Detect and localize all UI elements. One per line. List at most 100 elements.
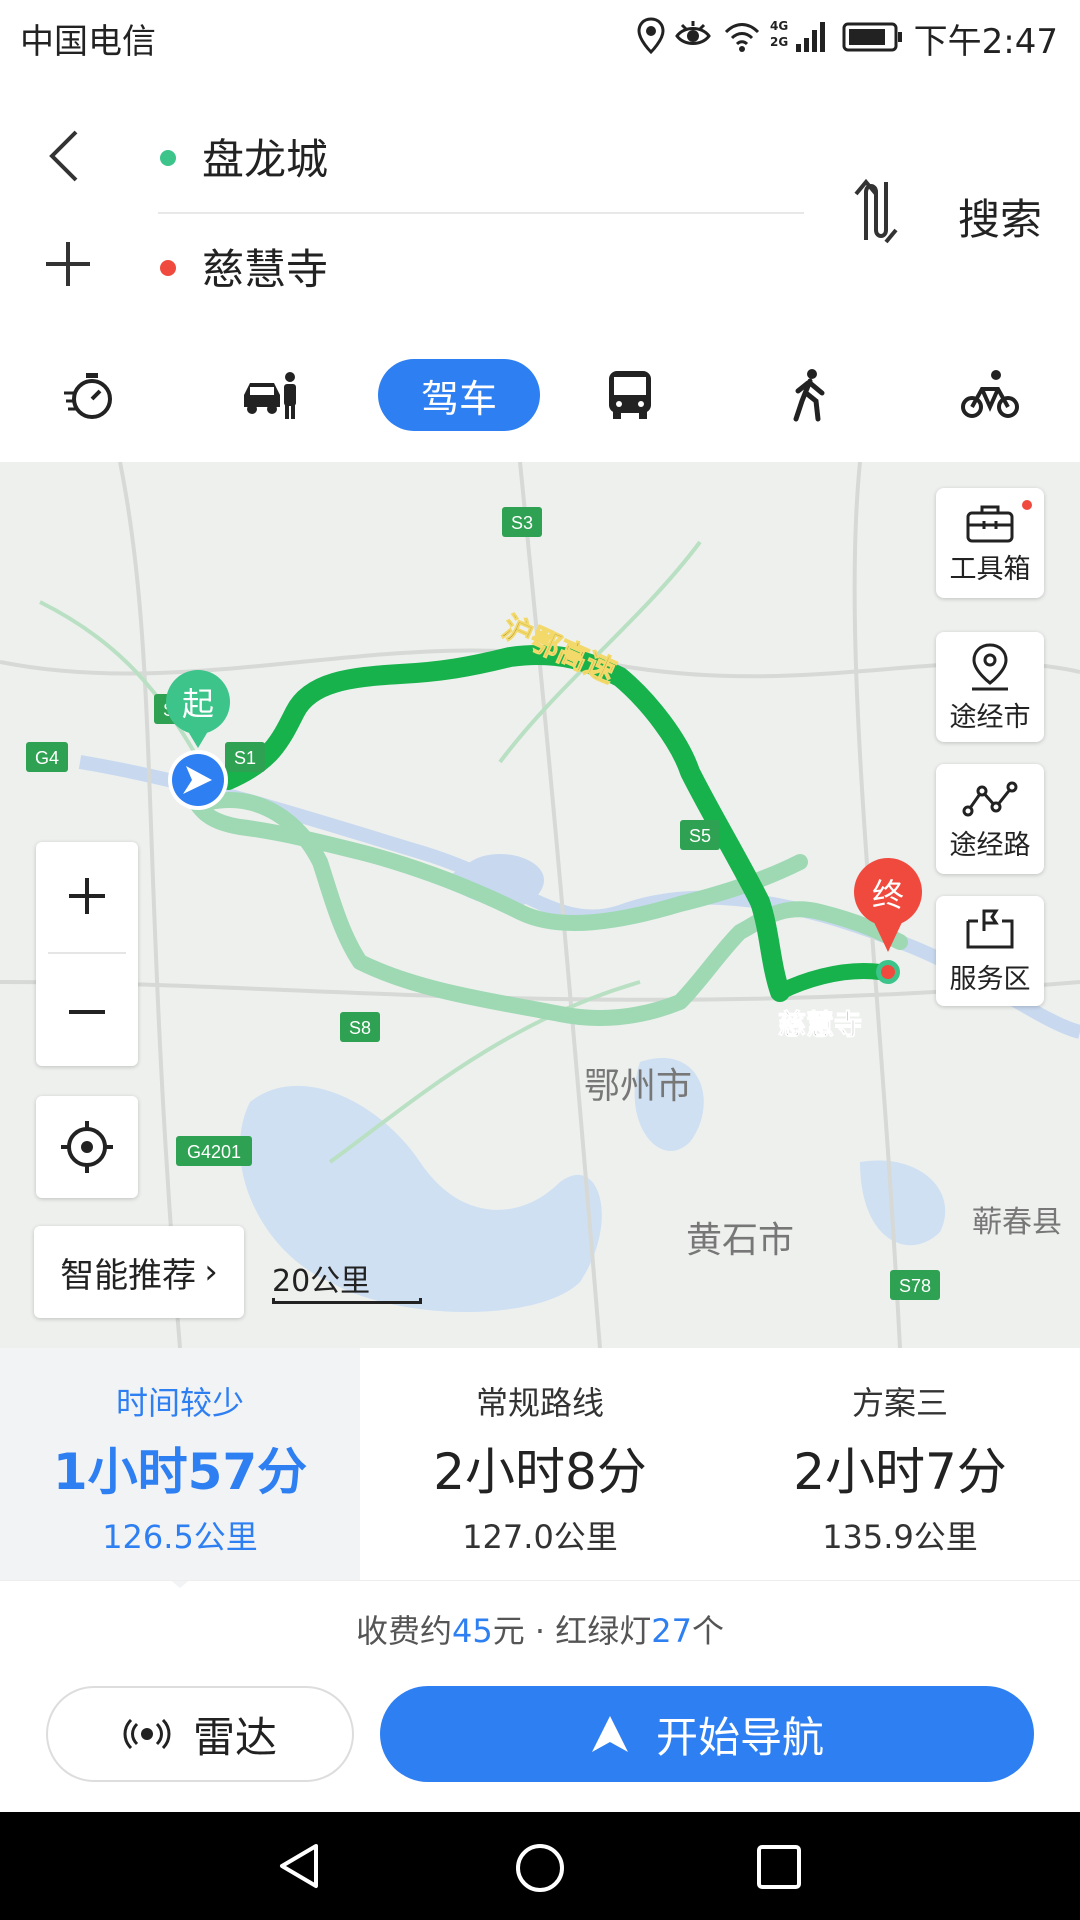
toolbox-label: 工具箱 — [949, 553, 1031, 585]
via-road-label: 途经路 — [949, 829, 1031, 861]
toll-fee: 45 — [452, 1612, 493, 1650]
back-icon[interactable] — [276, 1842, 324, 1890]
smart-recommend-button[interactable]: 智能推荐 › — [34, 1226, 244, 1318]
divider — [158, 212, 804, 214]
svg-text:S3: S3 — [511, 513, 533, 533]
status-bar: 中国电信 4G 2G 下午2:47 — [0, 0, 1080, 74]
service-area-button[interactable]: 服务区 — [936, 896, 1044, 1006]
tab-bus[interactable] — [570, 359, 690, 431]
city-label-huangshi: 黄石市 — [686, 1220, 794, 1261]
fee-prefix: 收费约 — [356, 1612, 453, 1650]
navigation-arrow-icon — [591, 1716, 628, 1752]
fee-suffix: 个 — [691, 1612, 724, 1650]
divider — [0, 1580, 1080, 1581]
tab-drive[interactable]: 驾车 — [378, 359, 540, 431]
road-shield-g4201: G4201 — [176, 1136, 252, 1166]
start-marker[interactable] — [168, 750, 228, 810]
map-view[interactable]: S3 S2 S1 G4 S5 S8 G4201 S78 沪鄂高速 鄂州市 黄石市… — [0, 462, 1080, 1348]
zoom-divider — [48, 952, 126, 954]
clock: 下午2:47 — [913, 22, 1058, 62]
radar-icon — [123, 1719, 171, 1749]
road-shield-s8: S8 — [340, 1012, 380, 1042]
zoom-in-icon[interactable] — [67, 876, 107, 916]
svg-text:起: 起 — [182, 685, 214, 723]
route-distance: 127.0公里 — [462, 1518, 618, 1556]
traffic-lights-count: 27 — [651, 1612, 692, 1650]
home-icon[interactable] — [514, 1842, 566, 1894]
swap-icon[interactable] — [852, 178, 908, 244]
locate-button[interactable] — [36, 1096, 138, 1198]
radar-button[interactable]: 雷达 — [46, 1686, 354, 1782]
svg-text:终: 终 — [872, 876, 904, 914]
route-title: 常规路线 — [475, 1384, 604, 1422]
tab-bike[interactable] — [930, 359, 1050, 431]
add-waypoint-icon[interactable] — [44, 240, 92, 288]
back-arrow-icon[interactable] — [46, 128, 82, 184]
toolbox-icon — [966, 505, 1014, 542]
start-navigation-label: 开始导航 — [655, 1712, 824, 1762]
via-city-button[interactable]: 途经市 — [936, 632, 1044, 742]
route-duration: 2小时8分 — [433, 1443, 647, 1501]
route-option-2[interactable]: 常规路线 2小时8分 127.0公里 — [360, 1348, 720, 1580]
recents-icon[interactable] — [756, 1844, 802, 1890]
tab-fastest[interactable] — [30, 359, 150, 431]
stopwatch-icon — [64, 373, 112, 419]
walk-icon — [793, 369, 825, 422]
svg-text:S78: S78 — [899, 1276, 931, 1296]
route-distance: 135.9公里 — [822, 1518, 978, 1556]
radar-label: 雷达 — [192, 1712, 277, 1762]
tab-walk[interactable] — [750, 359, 870, 431]
route-title: 方案三 — [851, 1384, 948, 1422]
svg-text:S1: S1 — [234, 748, 256, 768]
route-duration: 1小时57分 — [52, 1443, 308, 1501]
road-shield-s1: S1 — [225, 742, 265, 772]
destination-dot — [160, 260, 176, 276]
wifi-icon — [724, 23, 760, 52]
carrier-name: 中国电信 — [20, 22, 156, 62]
via-road-button[interactable]: 途经路 — [936, 764, 1044, 874]
service-area-icon — [966, 909, 1014, 948]
smart-recommend-label: 智能推荐 — [60, 1255, 197, 1296]
toolbox-button[interactable]: 工具箱 — [936, 488, 1044, 598]
destination-map-label: 慈慧寺 — [778, 1008, 862, 1041]
battery-icon — [842, 22, 902, 52]
destination-field[interactable]: 慈慧寺 — [202, 236, 328, 297]
svg-text:G4: G4 — [35, 748, 59, 768]
pin-icon — [972, 642, 1008, 690]
transport-mode-tabs: 驾车 — [0, 334, 1080, 462]
fee-mid: 元 · 红绿灯 — [492, 1612, 652, 1650]
route-header: 盘龙城 慈慧寺 搜索 — [0, 74, 1080, 334]
waypoint-route-icon — [962, 781, 1018, 816]
tab-taxi[interactable] — [210, 359, 330, 431]
road-shield-s3: S3 — [502, 507, 542, 537]
map-canvas[interactable]: S3 S2 S1 G4 S5 S8 G4201 S78 沪鄂高速 鄂州市 黄石市… — [0, 462, 1080, 1348]
locate-icon — [61, 1121, 113, 1173]
svg-text:S8: S8 — [349, 1018, 371, 1038]
via-city-label: 途经市 — [949, 701, 1031, 733]
start-badge: 起 — [166, 670, 230, 748]
search-button[interactable]: 搜索 — [958, 186, 1042, 247]
toll-and-lights-summary: 收费约45元 · 红绿灯27个 — [0, 1606, 1080, 1652]
zoom-out-icon[interactable] — [67, 992, 107, 1032]
location-icon — [637, 17, 665, 55]
svg-text:G4201: G4201 — [187, 1142, 241, 1162]
road-shield-g4: G4 — [26, 742, 68, 772]
svg-text:S5: S5 — [689, 826, 711, 846]
signal-icon — [796, 22, 825, 52]
start-navigation-button[interactable]: 开始导航 — [380, 1686, 1034, 1782]
eye-icon — [675, 21, 711, 45]
origin-dot — [160, 150, 176, 166]
system-navigation-bar — [0, 1812, 1080, 1920]
bike-icon — [961, 370, 1019, 418]
zoom-control — [36, 842, 138, 1066]
bus-icon — [609, 371, 651, 419]
chevron-right-icon: › — [204, 1252, 218, 1292]
route-option-1[interactable]: 时间较少 1小时57分 126.5公里 — [0, 1348, 360, 1580]
city-label-ezhou: 鄂州市 — [584, 1066, 692, 1107]
road-shield-s78: S78 — [890, 1270, 940, 1300]
network-type: 4G 2G — [770, 19, 789, 49]
origin-field[interactable]: 盘龙城 — [202, 126, 328, 187]
route-option-3[interactable]: 方案三 2小时7分 135.9公里 — [720, 1348, 1080, 1580]
map-scale-label: 20公里 — [272, 1264, 371, 1299]
route-distance: 126.5公里 — [102, 1518, 258, 1556]
